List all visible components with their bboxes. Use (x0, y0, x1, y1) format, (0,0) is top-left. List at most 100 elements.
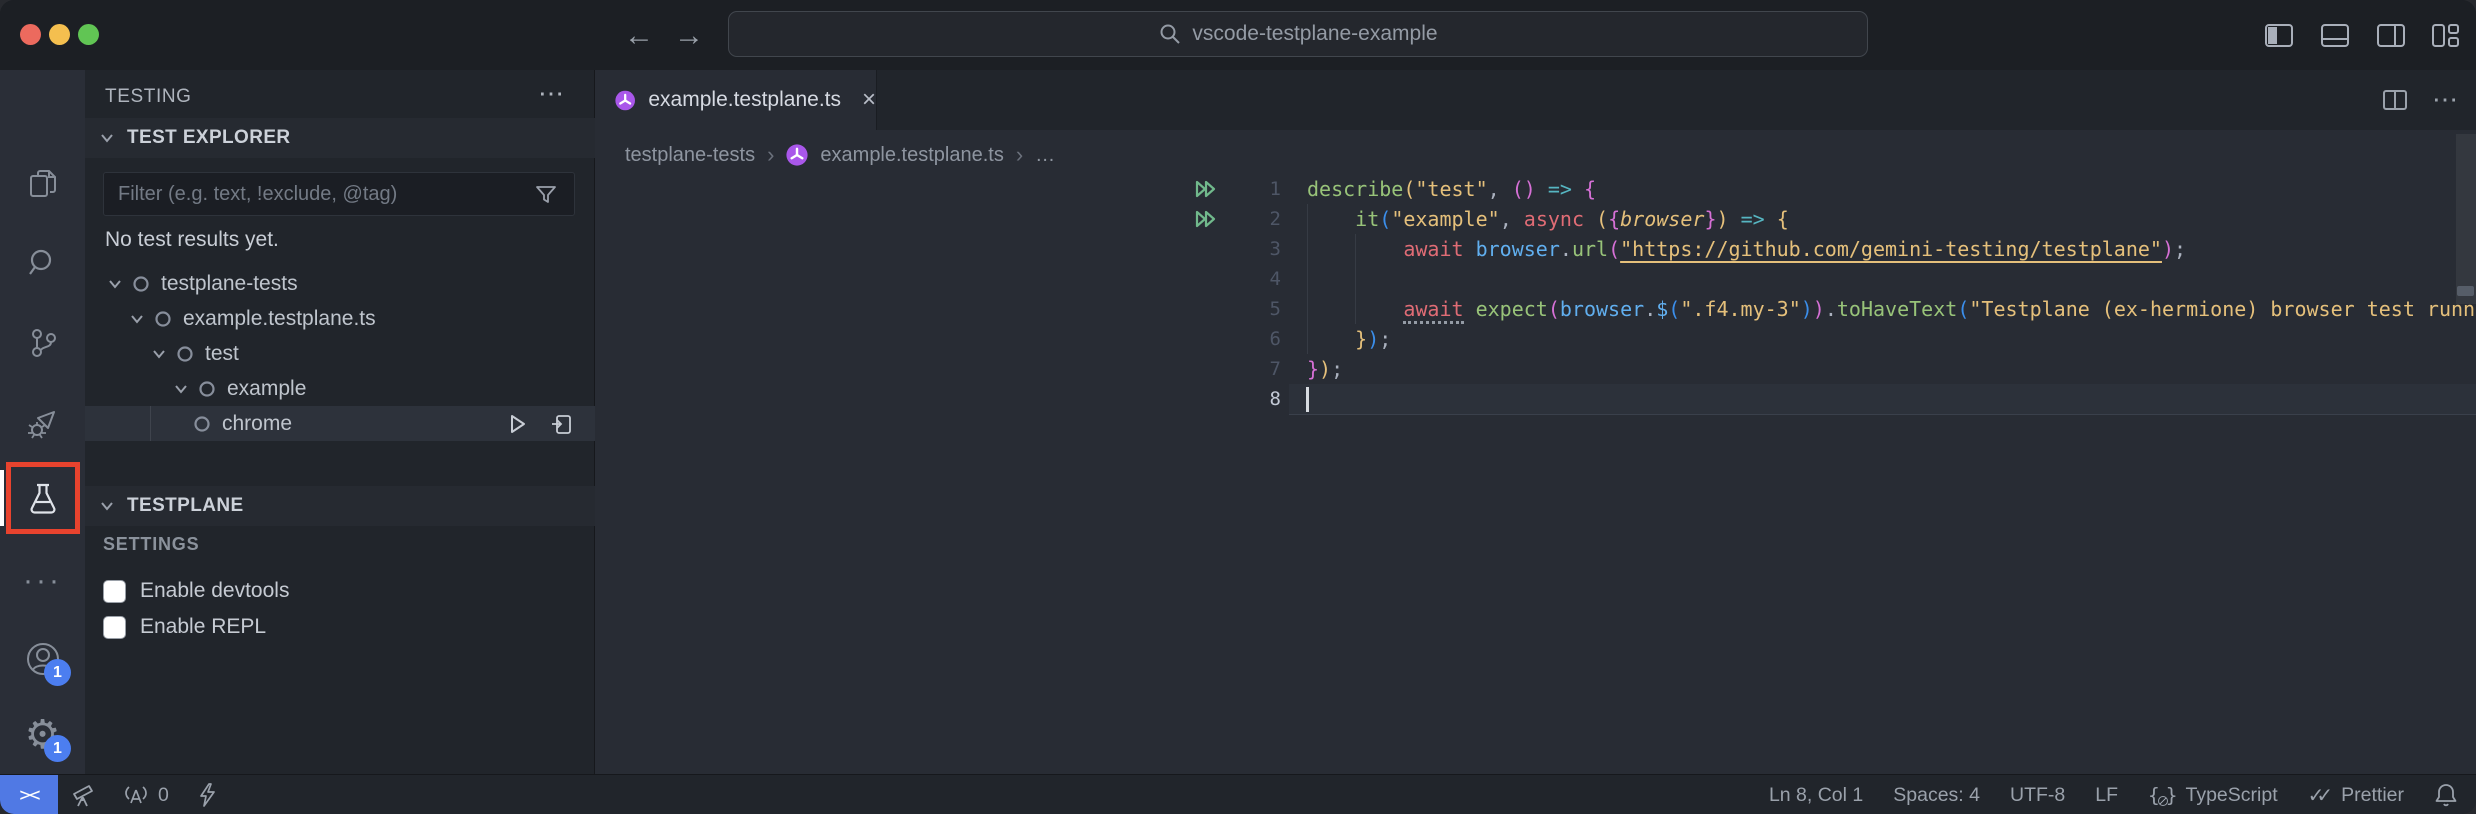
status-item-utf-8[interactable]: UTF-8 (2010, 784, 2065, 807)
accounts-button[interactable]: 1 (0, 624, 85, 694)
minimize-window-button[interactable] (49, 24, 70, 45)
indent-guide (1307, 264, 1308, 294)
accounts-badge: 1 (44, 659, 71, 686)
code-line[interactable]: }); (1307, 324, 1391, 354)
tree-item-label: example (227, 377, 306, 401)
code-line[interactable]: describe("test", () => { (1307, 174, 1596, 204)
breadcrumb-item[interactable]: testplane-tests (625, 144, 755, 167)
chevron-down-icon[interactable] (127, 309, 147, 329)
text-cursor (1306, 387, 1309, 412)
go-to-test-icon[interactable] (549, 411, 575, 437)
chevron-down-icon[interactable] (171, 379, 191, 399)
tree-item-chrome[interactable]: chrome (85, 406, 595, 441)
bell-icon[interactable] (2434, 782, 2458, 808)
status-item-label: Spaces: 4 (1893, 784, 1980, 807)
tree-item-label: testplane-tests (161, 272, 298, 296)
activity-bar: ··· 1 ⚙ 1 (0, 70, 85, 774)
checkbox[interactable] (103, 616, 126, 639)
tree-item-test[interactable]: test (85, 336, 595, 371)
double-check-icon: ✓✓ (2308, 783, 2334, 808)
settings-button[interactable]: ⚙ 1 (0, 700, 85, 770)
ports-status[interactable]: 0 (122, 782, 169, 808)
code-line[interactable]: }); (1307, 354, 1343, 384)
search-icon (1158, 22, 1182, 46)
split-editor-icon[interactable] (2380, 85, 2410, 115)
test-status-icon (132, 275, 150, 293)
line-number: 3 (1195, 234, 1281, 264)
tree-item-example.testplane.ts[interactable]: example.testplane.ts (85, 301, 595, 336)
settings-subheading: SETTINGS (103, 534, 199, 555)
code-line[interactable]: await browser.url("https://github.com/ge… (1307, 234, 2186, 264)
navigate-forward-button[interactable]: → (672, 19, 706, 53)
files-icon (25, 167, 61, 203)
tree-item-testplane-tests[interactable]: testplane-tests (85, 266, 595, 301)
toggle-panel-icon[interactable] (2318, 18, 2352, 52)
settings-badge: 1 (44, 735, 71, 762)
toggle-secondary-sidebar-icon[interactable] (2374, 18, 2408, 52)
status-item-label: UTF-8 (2010, 784, 2065, 807)
status-item-typescript[interactable]: {}TypeScript (2148, 784, 2278, 807)
lightning-icon[interactable] (195, 782, 219, 808)
customize-layout-icon[interactable] (2428, 18, 2462, 52)
maximize-window-button[interactable] (78, 24, 99, 45)
testplane-icon (786, 144, 808, 166)
tree-item-example[interactable]: example (85, 371, 595, 406)
line-number: 7 (1195, 354, 1281, 384)
additional-views-button[interactable]: ··· (0, 546, 85, 616)
broadcast-icon (122, 782, 150, 808)
status-item-ln-8-col-1[interactable]: Ln 8, Col 1 (1769, 784, 1863, 807)
command-center-search[interactable]: vscode-testplane-example (728, 11, 1868, 57)
run-debug-icon (24, 404, 62, 442)
filter-icon[interactable] (533, 182, 559, 208)
setting-enable-repl[interactable]: Enable REPL (103, 612, 266, 642)
breadcrumb-item[interactable]: example.testplane.ts (820, 144, 1003, 167)
chevron-down-icon[interactable] (105, 274, 125, 294)
sidebar-item-run-and-debug[interactable] (0, 388, 85, 458)
setting-enable-devtools[interactable]: Enable devtools (103, 576, 289, 606)
status-item-label: Prettier (2341, 784, 2404, 807)
code-editor[interactable]: 1describe("test", () => {2 it("example",… (595, 170, 2476, 774)
tab-close-icon[interactable]: × (862, 86, 876, 114)
sidebar-item-source-control[interactable] (0, 308, 85, 378)
titlebar: ← → vscode-testplane-example (0, 0, 2476, 70)
chevron-down-icon (97, 128, 117, 148)
breadcrumb-separator: › (767, 142, 774, 168)
editor-more-actions[interactable]: ⋯ (2432, 84, 2460, 115)
toggle-primary-sidebar-icon[interactable] (2262, 18, 2296, 52)
section-testplane[interactable]: TESTPLANE (85, 486, 595, 526)
tree-item-label: chrome (222, 412, 292, 436)
navigate-back-button[interactable]: ← (622, 19, 656, 53)
telescope-icon[interactable] (70, 782, 96, 808)
checkbox[interactable] (103, 580, 126, 603)
remote-icon: >< (20, 784, 39, 806)
search-icon (25, 245, 61, 281)
run-test-icon[interactable] (505, 412, 529, 436)
section-label: TEST EXPLORER (127, 127, 291, 149)
line-number: 4 (1195, 264, 1281, 294)
test-filter-input[interactable] (103, 172, 575, 216)
close-window-button[interactable] (20, 24, 41, 45)
ports-count: 0 (158, 784, 169, 807)
line-number: 1 (1195, 174, 1281, 204)
sidebar-more-actions[interactable]: ⋯ (538, 78, 566, 109)
breadcrumb-item[interactable]: … (1035, 144, 1055, 167)
tree-item-label: example.testplane.ts (183, 307, 376, 331)
line-number: 5 (1195, 294, 1281, 324)
chevron-down-icon[interactable] (149, 344, 169, 364)
status-item-lf[interactable]: LF (2095, 784, 2118, 807)
status-item-spaces-4[interactable]: Spaces: 4 (1893, 784, 1980, 807)
remote-indicator[interactable]: >< (0, 775, 58, 814)
editor-scrollbar[interactable] (2456, 134, 2476, 304)
checkbox-label: Enable REPL (140, 615, 266, 639)
line-number: 6 (1195, 324, 1281, 354)
breadcrumb[interactable]: testplane-tests › example.testplane.ts ›… (625, 138, 1055, 172)
tab-example-testplane-ts[interactable]: example.testplane.ts × (595, 70, 877, 130)
vscode-window: ← → vscode-testplane-example ··· (0, 0, 2476, 814)
sidebar-item-explorer[interactable] (0, 150, 85, 220)
status-item-prettier[interactable]: ✓✓ Prettier (2308, 783, 2404, 808)
code-line[interactable]: await expect(browser.$(".f4.my-3")).toHa… (1307, 294, 2476, 324)
code-line[interactable]: it("example", async ({browser}) => { (1307, 204, 1789, 234)
source-control-icon (25, 325, 61, 361)
section-test-explorer[interactable]: TEST EXPLORER (85, 118, 595, 158)
sidebar-item-search[interactable] (0, 228, 85, 298)
